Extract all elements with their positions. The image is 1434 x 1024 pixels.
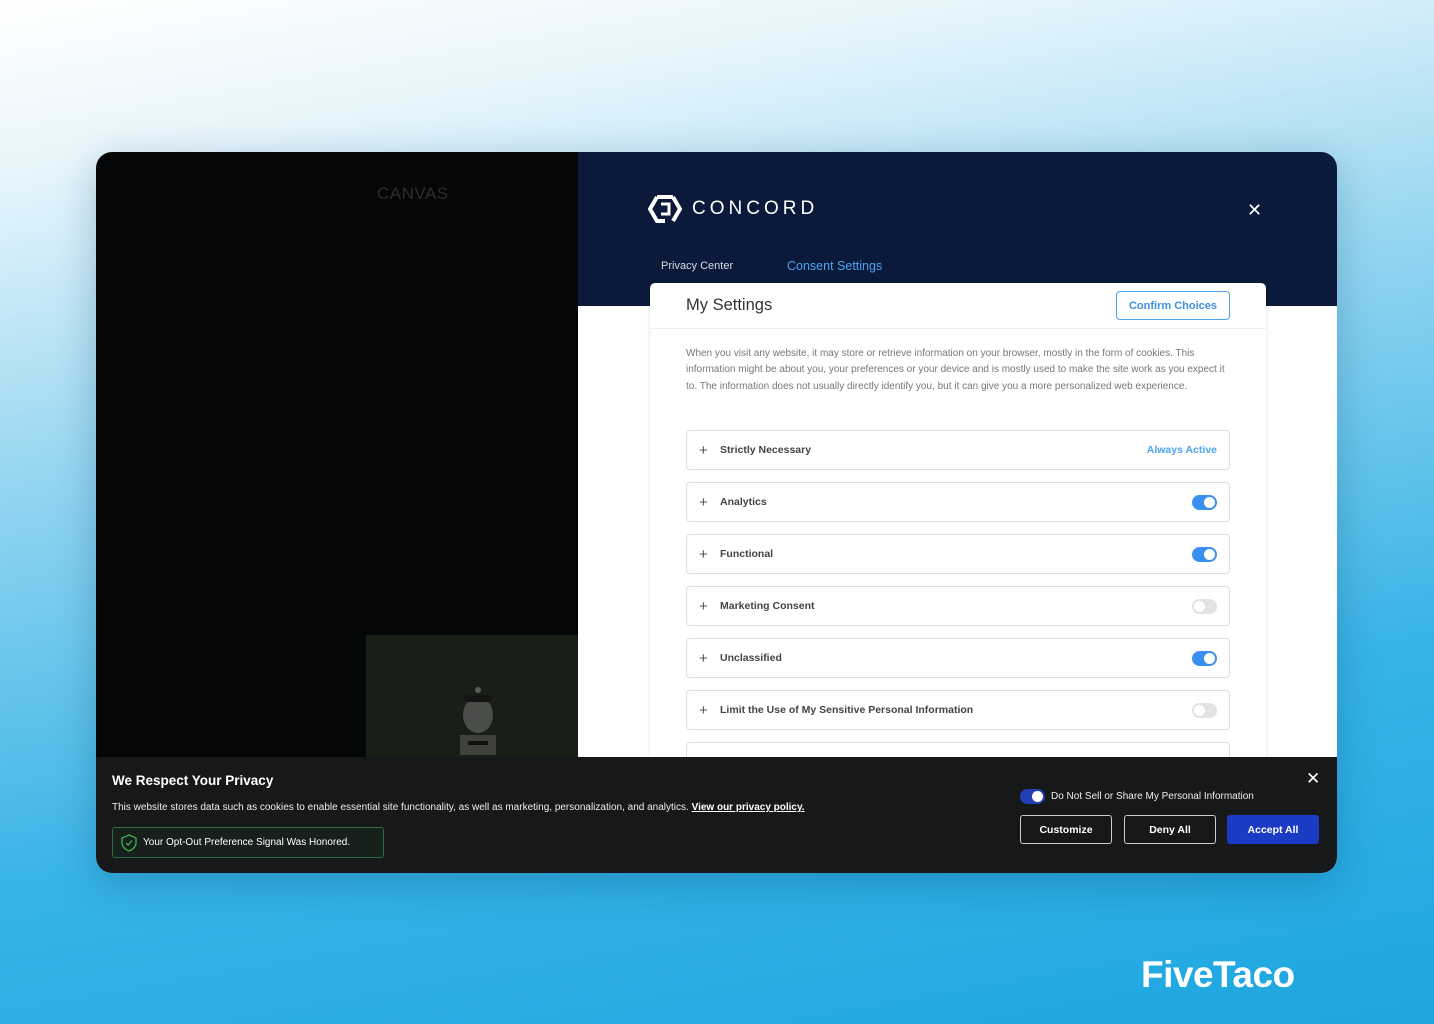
marketing-toggle[interactable] (1192, 598, 1217, 614)
plus-icon: + (699, 545, 708, 563)
canvas-label: CANVAS (377, 184, 449, 203)
tab-privacy-center[interactable]: Privacy Center (661, 260, 733, 272)
mascot-image (460, 687, 496, 755)
banner-text: This website stores data such as cookies… (112, 802, 805, 813)
do-not-sell-label: Do Not Sell or Share My Personal Informa… (1051, 791, 1254, 802)
settings-description: When you visit any website, it may store… (686, 348, 1225, 392)
category-label: Limit the Use of My Sensitive Personal I… (720, 704, 974, 716)
confirm-choices-button[interactable]: Confirm Choices (1116, 291, 1230, 320)
category-label: Strictly Necessary (720, 444, 812, 456)
plus-icon: + (699, 701, 708, 719)
category-strictly-necessary[interactable]: + Strictly Necessary Always Active (686, 430, 1230, 470)
category-row-partial[interactable] (686, 742, 1230, 757)
functional-toggle[interactable] (1192, 546, 1217, 562)
banner-text-body: This website stores data such as cookies… (112, 802, 689, 813)
settings-card: My Settings Confirm Choices When you vis… (650, 283, 1266, 757)
concord-logo: CONCORD (648, 194, 818, 224)
plus-icon: + (699, 649, 708, 667)
tab-consent-settings[interactable]: Consent Settings (787, 259, 882, 273)
divider (650, 328, 1266, 329)
category-label: Unclassified (720, 652, 782, 664)
signal-notice-text: Your Opt-Out Preference Signal Was Honor… (143, 837, 351, 848)
banner-title: We Respect Your Privacy (112, 773, 274, 788)
logo-text: CONCORD (692, 198, 819, 219)
do-not-sell-toggle[interactable] (1020, 789, 1045, 804)
concord-logo-icon (648, 195, 682, 223)
category-marketing[interactable]: + Marketing Consent (686, 586, 1230, 626)
deny-all-button[interactable]: Deny All (1124, 815, 1216, 844)
category-label: Marketing Consent (720, 600, 815, 612)
unclassified-toggle[interactable] (1192, 650, 1217, 666)
do-not-sell-control: Do Not Sell or Share My Personal Informa… (1020, 789, 1254, 804)
settings-title: My Settings (686, 296, 773, 314)
browser-window: CANVAS CONCORD ✕ Privacy Center Consent … (96, 152, 1337, 873)
fivetaco-logo: FiveTaco (1141, 954, 1295, 995)
category-label: Functional (720, 548, 774, 560)
category-functional[interactable]: + Functional (686, 534, 1230, 574)
plus-icon: + (699, 597, 708, 615)
customize-button[interactable]: Customize (1020, 815, 1112, 844)
opt-out-signal-notice: Your Opt-Out Preference Signal Was Honor… (112, 827, 384, 858)
close-icon[interactable]: ✕ (1247, 200, 1262, 221)
plus-icon: + (699, 441, 708, 459)
category-unclassified[interactable]: + Unclassified (686, 638, 1230, 678)
plus-icon: + (699, 493, 708, 511)
video-thumbnail (366, 635, 578, 757)
category-label: Analytics (720, 496, 767, 508)
accept-all-button[interactable]: Accept All (1227, 815, 1319, 844)
category-analytics[interactable]: + Analytics (686, 482, 1230, 522)
shield-check-icon (121, 833, 137, 852)
banner-close-icon[interactable]: ✕ (1306, 769, 1320, 789)
background-page: CANVAS (96, 152, 578, 757)
limit-sensitive-toggle[interactable] (1192, 702, 1217, 718)
cookie-banner: We Respect Your Privacy This website sto… (96, 757, 1337, 873)
privacy-policy-link[interactable]: View our privacy policy. (692, 802, 805, 813)
always-active-label: Always Active (1146, 444, 1217, 456)
analytics-toggle[interactable] (1192, 494, 1217, 510)
category-limit-sensitive[interactable]: + Limit the Use of My Sensitive Personal … (686, 690, 1230, 730)
